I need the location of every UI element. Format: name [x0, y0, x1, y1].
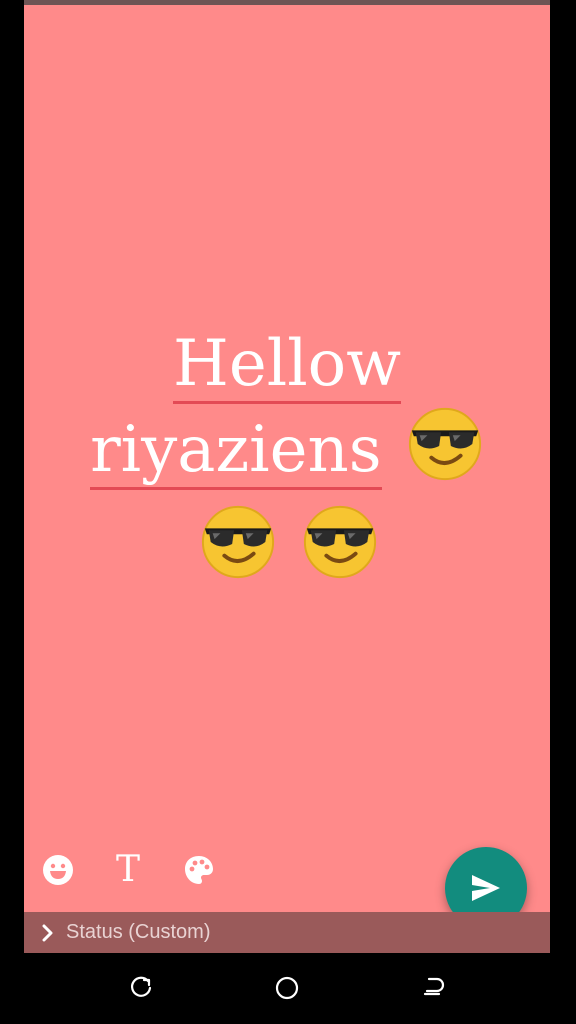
- chevron-right-icon: [42, 923, 56, 943]
- back-button[interactable]: [420, 974, 448, 1002]
- status-text-content[interactable]: Hellow riyaziens: [24, 323, 550, 601]
- status-line-1: Hellow: [24, 323, 550, 405]
- cool-sunglasses-emoji-icon: [406, 405, 484, 503]
- system-navigation-bar: [0, 953, 576, 1024]
- emoji-button[interactable]: [38, 850, 78, 890]
- status-privacy-label: Status (Custom): [66, 921, 211, 943]
- recents-icon: [130, 976, 152, 997]
- back-icon: [423, 977, 445, 996]
- home-icon: [275, 976, 299, 1000]
- text-tool-label: T: [115, 849, 140, 890]
- status-word-riyaziens: riyaziens: [90, 412, 382, 490]
- status-line-2: riyaziens: [24, 405, 550, 503]
- send-icon: [472, 875, 500, 901]
- cool-sunglasses-emoji-icon: [199, 503, 277, 601]
- cool-sunglasses-emoji-icon: [301, 503, 379, 601]
- home-button[interactable]: [273, 974, 301, 1002]
- color-palette-button[interactable]: [179, 850, 219, 890]
- status-canvas[interactable]: Hellow riyaziens T: [24, 5, 550, 912]
- smiley-icon: [43, 855, 73, 885]
- status-line-3: [24, 503, 550, 601]
- text-style-button[interactable]: T: [108, 850, 148, 890]
- recents-button[interactable]: [127, 974, 155, 1002]
- palette-icon: [185, 856, 213, 884]
- status-composer-screen: Hellow riyaziens T Status (Custom): [0, 0, 576, 1024]
- status-word-hellow: Hellow: [173, 327, 401, 404]
- status-privacy-bar[interactable]: Status (Custom): [24, 912, 550, 953]
